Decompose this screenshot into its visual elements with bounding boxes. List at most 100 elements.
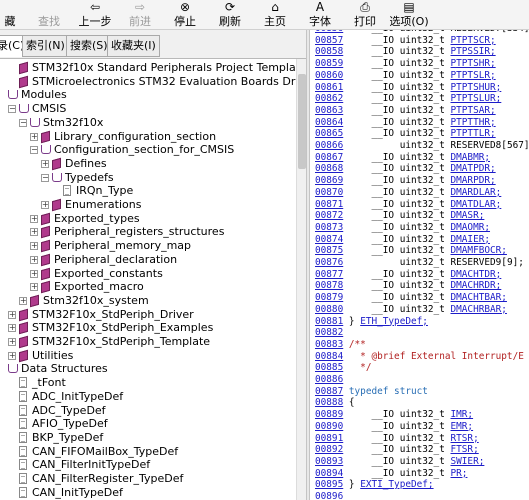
tree-node[interactable]: + Peripheral_registers_structures: [0, 225, 296, 239]
tree-node[interactable]: + Exported_macro: [0, 280, 296, 294]
collapse-icon[interactable]: −: [19, 118, 27, 127]
line-number-link[interactable]: 00882: [315, 327, 343, 338]
line-number-link[interactable]: 00888: [315, 397, 343, 408]
code-identifier-link[interactable]: FTSR;: [451, 444, 479, 455]
code-identifier-link[interactable]: EMR;: [451, 421, 474, 432]
line-number-link[interactable]: 00860: [315, 70, 343, 81]
toolbar-button-forward[interactable]: ⇨ 前进: [122, 0, 158, 30]
code-identifier-link[interactable]: PTPTSHUR;: [451, 82, 502, 93]
tree-topic[interactable]: CAN_InitTypeDef: [0, 486, 296, 500]
code-identifier-link[interactable]: PTPTSLUR;: [451, 93, 502, 104]
tree-node[interactable]: − CMSIS: [0, 102, 296, 116]
expand-icon[interactable]: +: [41, 159, 49, 168]
line-number-link[interactable]: 00862: [315, 93, 343, 104]
collapse-icon[interactable]: −: [8, 105, 16, 114]
expand-icon[interactable]: +: [30, 255, 38, 264]
tree-node[interactable]: + STM32F10x_StdPeriph_Template: [0, 335, 296, 349]
line-number-link[interactable]: 00861: [315, 82, 343, 93]
tree-node[interactable]: + Peripheral_declaration: [0, 253, 296, 267]
line-number-link[interactable]: 00893: [315, 456, 343, 467]
line-number-link[interactable]: 00895: [315, 479, 343, 490]
line-number-link[interactable]: 00874: [315, 234, 343, 245]
code-identifier-link[interactable]: PTPTSAR;: [451, 105, 496, 116]
tab-3[interactable]: 收藏夹(I): [107, 35, 160, 57]
expand-icon[interactable]: +: [8, 351, 16, 360]
line-number-link[interactable]: 00867: [315, 152, 343, 163]
line-number-link[interactable]: 00858: [315, 46, 343, 57]
tree-topic[interactable]: CAN_FilterInitTypeDef: [0, 458, 296, 472]
tab-1[interactable]: 索引(N): [22, 35, 69, 57]
tree-node[interactable]: STM32f10x Standard Peripherals Project T…: [0, 61, 296, 75]
expand-icon[interactable]: +: [41, 201, 49, 209]
line-number-link[interactable]: 00891: [315, 433, 343, 444]
line-number-link[interactable]: 00883: [315, 339, 343, 350]
line-number-link[interactable]: 00872: [315, 210, 343, 221]
line-number-link[interactable]: 00896: [315, 491, 343, 500]
code-identifier-link[interactable]: DMAIER;: [451, 234, 491, 245]
line-number-link[interactable]: 00884: [315, 351, 343, 362]
code-identifier-link[interactable]: DMACHTDR;: [451, 269, 502, 280]
code-identifier-link[interactable]: DMAOMR;: [451, 222, 491, 233]
code-identifier-link[interactable]: RTSR;: [451, 433, 479, 444]
line-number-link[interactable]: 00881: [315, 316, 343, 327]
tree-topic[interactable]: CAN_FIFOMailBox_TypeDef: [0, 445, 296, 459]
expand-icon[interactable]: +: [30, 214, 38, 223]
tree-node[interactable]: Modules: [0, 88, 296, 102]
line-number-link[interactable]: 00878: [315, 280, 343, 291]
code-identifier-link[interactable]: DMASR;: [451, 210, 485, 221]
line-number-link[interactable]: 00865: [315, 128, 343, 139]
line-number-link[interactable]: 00869: [315, 175, 343, 186]
code-identifier-link[interactable]: EXTI_TypeDef;: [360, 479, 433, 490]
tree-node[interactable]: + STM32F10x_StdPeriph_Examples: [0, 321, 296, 335]
tree-topic[interactable]: ADC_TypeDef: [0, 404, 296, 418]
code-identifier-link[interactable]: DMATDLAR;: [451, 199, 502, 210]
toolbar-button-stop[interactable]: ⊗ 停止: [168, 0, 202, 30]
tree-topic[interactable]: ADC_InitTypeDef: [0, 390, 296, 404]
line-number-link[interactable]: 00885: [315, 362, 343, 373]
line-number-link[interactable]: 00868: [315, 163, 343, 174]
expand-icon[interactable]: +: [30, 269, 38, 278]
tree-node[interactable]: + Library_configuration_section: [0, 130, 296, 144]
line-number-link[interactable]: 00875: [315, 245, 343, 256]
tree-node[interactable]: + Utilities: [0, 349, 296, 363]
code-identifier-link[interactable]: DMACHRDR;: [451, 280, 502, 291]
toolbar-button-find[interactable]: 查找: [32, 0, 66, 30]
line-number-link[interactable]: 00880: [315, 304, 343, 315]
toolbar-button-options[interactable]: ▤ 选项(O): [389, 0, 429, 30]
tree-node[interactable]: STMicroelectronics STM32 Evaluation Boar…: [0, 75, 296, 89]
line-number-link[interactable]: 00876: [315, 257, 343, 268]
tree-scrollbar-thumb[interactable]: [298, 74, 306, 169]
toolbar-button-favorites[interactable]: 藏: [0, 0, 20, 30]
toolbar-button-home[interactable]: ⌂ 主页: [258, 0, 292, 30]
line-number-link[interactable]: 00864: [315, 117, 343, 128]
expand-icon[interactable]: +: [19, 296, 27, 305]
code-identifier-link[interactable]: DMABMR;: [451, 152, 491, 163]
line-number-link[interactable]: 00879: [315, 292, 343, 303]
toolbar-button-back[interactable]: ⇦ 上一步: [75, 0, 115, 30]
code-identifier-link[interactable]: PTPSSIR;: [451, 46, 496, 57]
code-identifier-link[interactable]: DMARPDR;: [451, 175, 496, 186]
tree-node[interactable]: + Defines: [0, 157, 296, 171]
line-number-link[interactable]: 00870: [315, 187, 343, 198]
tree-node[interactable]: + STM32F10x_StdPeriph_Driver: [0, 308, 296, 322]
expand-icon[interactable]: +: [30, 132, 38, 141]
tree-topic[interactable]: CAN_FilterRegister_TypeDef: [0, 472, 296, 486]
toolbar-button-font[interactable]: A 字体: [303, 0, 337, 30]
line-number-link[interactable]: 00873: [315, 222, 343, 233]
tree-node[interactable]: + Enumerations: [0, 198, 296, 212]
expand-icon[interactable]: +: [8, 338, 16, 346]
line-number-link[interactable]: 00890: [315, 421, 343, 432]
tab-2[interactable]: 搜索(S): [66, 35, 112, 57]
code-identifier-link[interactable]: IMR;: [451, 409, 474, 420]
tree-topic[interactable]: BKP_TypeDef: [0, 431, 296, 445]
expand-icon[interactable]: +: [30, 228, 38, 237]
line-number-link[interactable]: 00863: [315, 105, 343, 116]
tree-topic[interactable]: AFIO_TypeDef: [0, 417, 296, 431]
line-number-link[interactable]: 00889: [315, 409, 343, 420]
tree-scrollbar[interactable]: [296, 59, 306, 500]
tree-node[interactable]: + Stm32f10x_system: [0, 294, 296, 308]
tree-node[interactable]: + Exported_constants: [0, 267, 296, 281]
collapse-icon[interactable]: −: [41, 173, 49, 182]
line-number-link[interactable]: 00857: [315, 35, 343, 46]
line-number-link[interactable]: 00856: [315, 30, 343, 34]
